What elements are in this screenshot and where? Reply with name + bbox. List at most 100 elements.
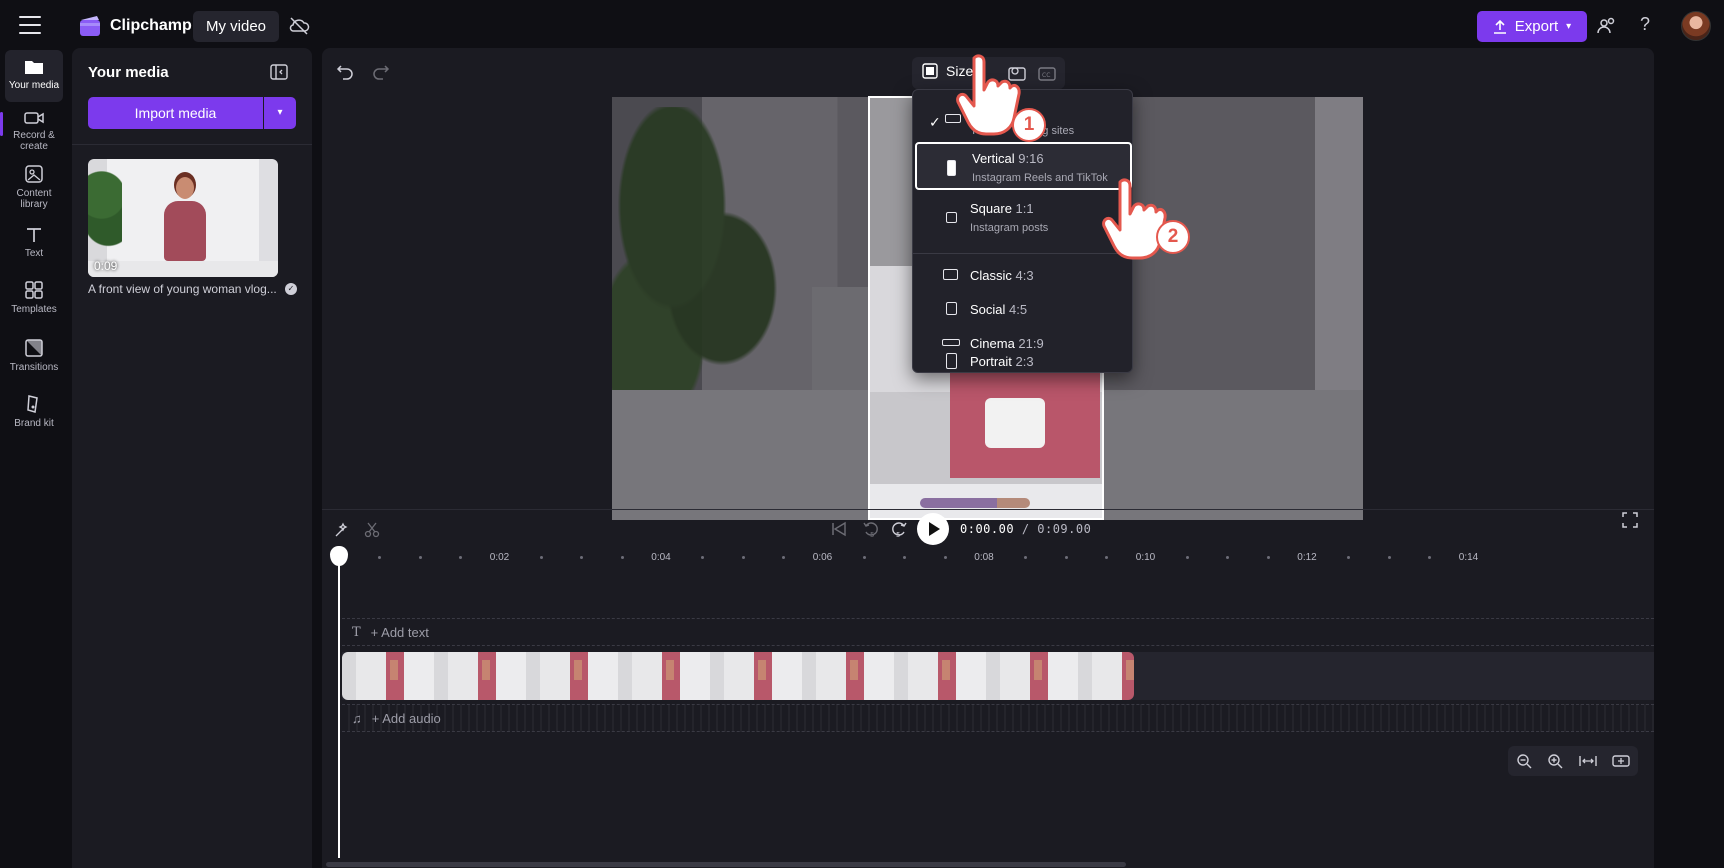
fullscreen-icon[interactable] [1622, 512, 1638, 528]
ruler-tick [1387, 556, 1391, 559]
ruler-tick [418, 556, 422, 559]
size-option-sub: Instagram posts [970, 222, 1049, 234]
rail-item-templates[interactable]: Templates [5, 280, 63, 315]
play-button[interactable] [917, 513, 949, 545]
templates-icon [25, 281, 43, 299]
ruler-tick [539, 556, 543, 559]
aspect-ratio-icon [922, 63, 938, 79]
add-text-button[interactable]: T + Add text [352, 625, 429, 640]
total-time: / 0:09.00 [1021, 522, 1092, 536]
music-note-icon: ♫ [352, 710, 362, 726]
forward-5-icon[interactable]: 5 [890, 520, 908, 538]
svg-text:CC: CC [1042, 72, 1050, 79]
ruler-tick [862, 556, 866, 559]
audio-track[interactable]: ♫ + Add audio [342, 704, 1654, 732]
ruler-tick [1226, 556, 1230, 559]
media-duration: 0:09 [94, 259, 118, 273]
text-track[interactable]: T + Add text [342, 618, 1654, 646]
export-button[interactable]: Export ▾ [1477, 11, 1587, 42]
ruler-tick [782, 556, 786, 559]
rail-item-label: Templates [11, 304, 57, 315]
size-option-social[interactable]: Social 4:5 [915, 294, 1132, 324]
ruler-tick [580, 556, 584, 559]
zoom-in-icon[interactable] [1547, 753, 1563, 769]
rail-item-label: Content library [16, 188, 52, 210]
rail-item-text[interactable]: Text [5, 226, 63, 259]
add-track-icon[interactable] [1612, 753, 1630, 769]
playhead[interactable] [338, 558, 340, 858]
ruler-tick [1064, 556, 1068, 559]
checkmark-icon: ✓ [929, 114, 941, 130]
timeline-ruler[interactable]: 0:02 0:04 0:06 0:08 0:10 0:12 0:14 [338, 548, 1648, 568]
ruler-tick-label: 0:06 [812, 552, 833, 563]
ruler-tick-label: 0:10 [1135, 552, 1156, 563]
share-users-icon[interactable] [1596, 16, 1616, 36]
add-audio-label: + Add audio [371, 710, 441, 726]
ruler-tick [459, 556, 463, 559]
zoom-controls [1508, 746, 1638, 776]
classic-shape-icon [943, 269, 958, 280]
top-bar: Clipchamp My video Export ▾ ? [0, 0, 1724, 52]
rail-item-label: Brand kit [14, 418, 54, 429]
horizontal-scrollbar[interactable] [326, 862, 1126, 867]
size-option-portrait[interactable]: Portrait 2:3 [915, 353, 1132, 372]
clipchamp-logo-icon [80, 16, 100, 36]
video-title[interactable]: My video [193, 11, 280, 42]
fit-timeline-icon[interactable] [1579, 753, 1597, 769]
app-name: Clipchamp [110, 17, 192, 34]
media-panel: Your media Import media ▾ 0:09 A front v… [72, 48, 312, 868]
brand-kit-icon [27, 395, 38, 413]
collapse-panel-icon[interactable] [270, 64, 288, 80]
rail-item-transitions[interactable]: Transitions [5, 338, 63, 373]
rail-item-label: Transitions [9, 362, 59, 373]
size-option-label: Cinema 21:9 [970, 336, 1044, 351]
rail-item-content-library[interactable]: Content library [5, 164, 63, 210]
export-label: Export [1514, 18, 1559, 35]
cloud-off-icon[interactable] [288, 16, 310, 36]
avatar[interactable] [1681, 11, 1711, 41]
text-track-icon: T [352, 624, 361, 640]
media-thumbnail[interactable]: 0:09 [88, 159, 278, 277]
size-option-classic[interactable]: Classic 4:3 [915, 260, 1132, 290]
rail-item-your-media[interactable]: Your media [5, 50, 63, 102]
magic-wand-icon[interactable] [334, 522, 350, 538]
rail-item-record-create[interactable]: Record & create [5, 110, 63, 152]
menu-icon[interactable] [19, 16, 41, 34]
zoom-out-icon[interactable] [1516, 753, 1532, 769]
social-shape-icon [946, 302, 957, 315]
portrait-shape-icon [946, 353, 957, 369]
ruler-tick [903, 556, 907, 559]
rail-item-label: Your media [8, 80, 60, 91]
transitions-icon [25, 339, 43, 357]
import-options-chevron-icon[interactable]: ▾ [264, 97, 296, 129]
add-audio-button[interactable]: ♫ + Add audio [352, 711, 441, 726]
ruler-tick-label: 0:04 [651, 552, 671, 563]
ruler-tick [378, 556, 382, 559]
size-option-label: Portrait 2:3 [970, 354, 1034, 369]
size-option-label: Vertical 9:16 [972, 151, 1044, 166]
ruler-tick [1347, 556, 1351, 559]
video-clip[interactable] [342, 652, 1134, 700]
import-media-button[interactable]: Import media [88, 97, 263, 129]
rail-item-brand-kit[interactable]: Brand kit [5, 394, 63, 429]
scissors-icon [364, 522, 380, 538]
size-option-label: Square 1:1 [970, 201, 1034, 216]
upload-icon [1493, 19, 1506, 34]
redo-icon [373, 65, 390, 80]
video-track [342, 652, 1654, 700]
preview-window [1315, 97, 1363, 427]
undo-icon[interactable] [336, 62, 354, 80]
left-rail: Your media Record & create Content libra… [0, 48, 70, 868]
ruler-tick [1185, 556, 1189, 559]
ruler-tick [620, 556, 624, 559]
add-text-label: + Add text [370, 624, 429, 640]
help-icon[interactable]: ? [1640, 14, 1650, 35]
ruler-tick [701, 556, 705, 559]
ruler-tick [1024, 556, 1028, 559]
ruler-tick [1105, 556, 1109, 559]
divider [322, 509, 1654, 510]
size-option-label: Classic 4:3 [970, 268, 1034, 283]
square-shape-icon [946, 212, 957, 223]
editor-panel: Size CC ✓ Yoaming sites [322, 48, 1654, 868]
chevron-down-icon: ▾ [1566, 21, 1572, 32]
